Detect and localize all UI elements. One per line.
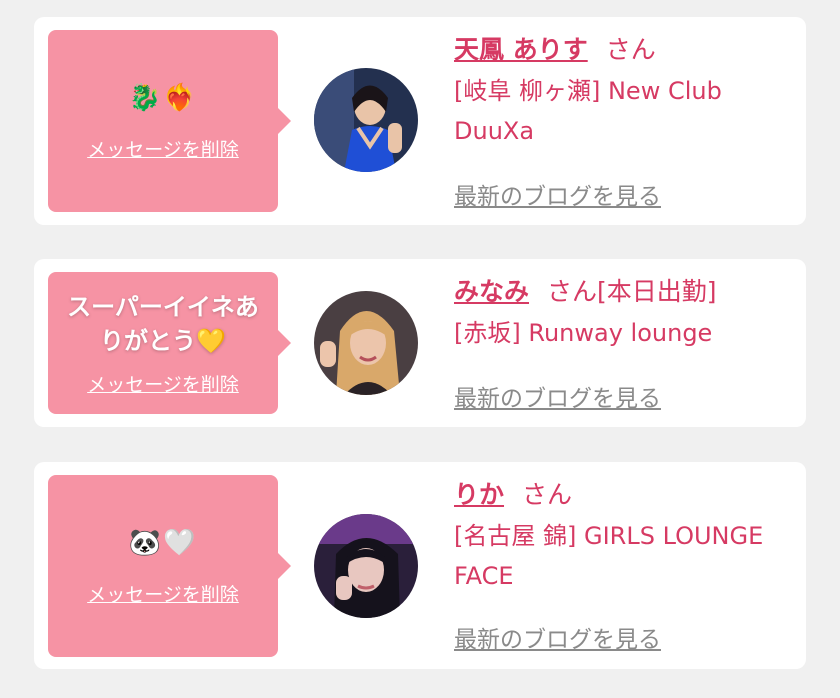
message-card: 🐼🤍 メッセージを削除 りか さん [名古屋 錦] GIRLS LOUNGE FA… [34, 462, 806, 669]
latest-blog-link[interactable]: 最新のブログを見る [454, 379, 661, 413]
cast-photo-icon [314, 68, 418, 172]
message-bubble: 🐉❤️‍🔥 メッセージを削除 [48, 30, 291, 212]
message-text: 🐉❤️‍🔥 [128, 82, 198, 113]
cast-info: 天鳳 ありす さん [岐阜 柳ヶ瀬] New Club DuuXa [454, 31, 794, 151]
shop-name: [岐阜 柳ヶ瀬] New Club DuuXa [454, 77, 722, 145]
cast-info: りか さん [名古屋 錦] GIRLS LOUNGE FACE [454, 476, 794, 596]
delete-message-link[interactable]: メッセージを削除 [87, 580, 239, 607]
name-line: みなみ さん[本日出勤] [454, 273, 794, 311]
message-list: 🐉❤️‍🔥 メッセージを削除 天鳳 ありす さん [岐阜 柳ヶ瀬] New Clu… [0, 0, 840, 698]
message-text: 🐼🤍 [128, 527, 198, 558]
cast-name-link[interactable]: りか [454, 480, 504, 509]
shop-name: [赤坂] Runway lounge [454, 319, 713, 347]
honorific: さん [522, 480, 573, 509]
delete-message-link[interactable]: メッセージを削除 [87, 370, 239, 397]
status-tag: [本日出勤] [597, 277, 717, 306]
avatar[interactable] [314, 68, 418, 172]
cast-name-link[interactable]: みなみ [454, 277, 529, 306]
latest-blog-link[interactable]: 最新のブログを見る [454, 177, 661, 211]
honorific: さん [547, 277, 598, 306]
latest-blog-link[interactable]: 最新のブログを見る [454, 620, 661, 654]
message-card: スーパーイイネありがとう💛 メッセージを削除 みなみ さん[本日出勤] [赤坂] … [34, 259, 806, 427]
cast-photo-icon [314, 514, 418, 618]
message-text: スーパーイイネありがとう💛 [67, 292, 259, 355]
cast-photo-icon [314, 291, 418, 395]
message-bubble: 🐼🤍 メッセージを削除 [48, 475, 291, 657]
name-line: 天鳳 ありす さん [454, 31, 794, 69]
delete-message-link[interactable]: メッセージを削除 [87, 135, 239, 162]
message-bubble: スーパーイイネありがとう💛 メッセージを削除 [48, 272, 291, 414]
honorific: さん [605, 35, 656, 64]
shop-name: [名古屋 錦] GIRLS LOUNGE FACE [454, 522, 764, 590]
cast-info: みなみ さん[本日出勤] [赤坂] Runway lounge [454, 273, 794, 353]
avatar[interactable] [314, 514, 418, 618]
name-line: りか さん [454, 476, 794, 514]
avatar[interactable] [314, 291, 418, 395]
message-card: 🐉❤️‍🔥 メッセージを削除 天鳳 ありす さん [岐阜 柳ヶ瀬] New Clu… [34, 17, 806, 225]
cast-name-link[interactable]: 天鳳 ありす [454, 35, 588, 64]
